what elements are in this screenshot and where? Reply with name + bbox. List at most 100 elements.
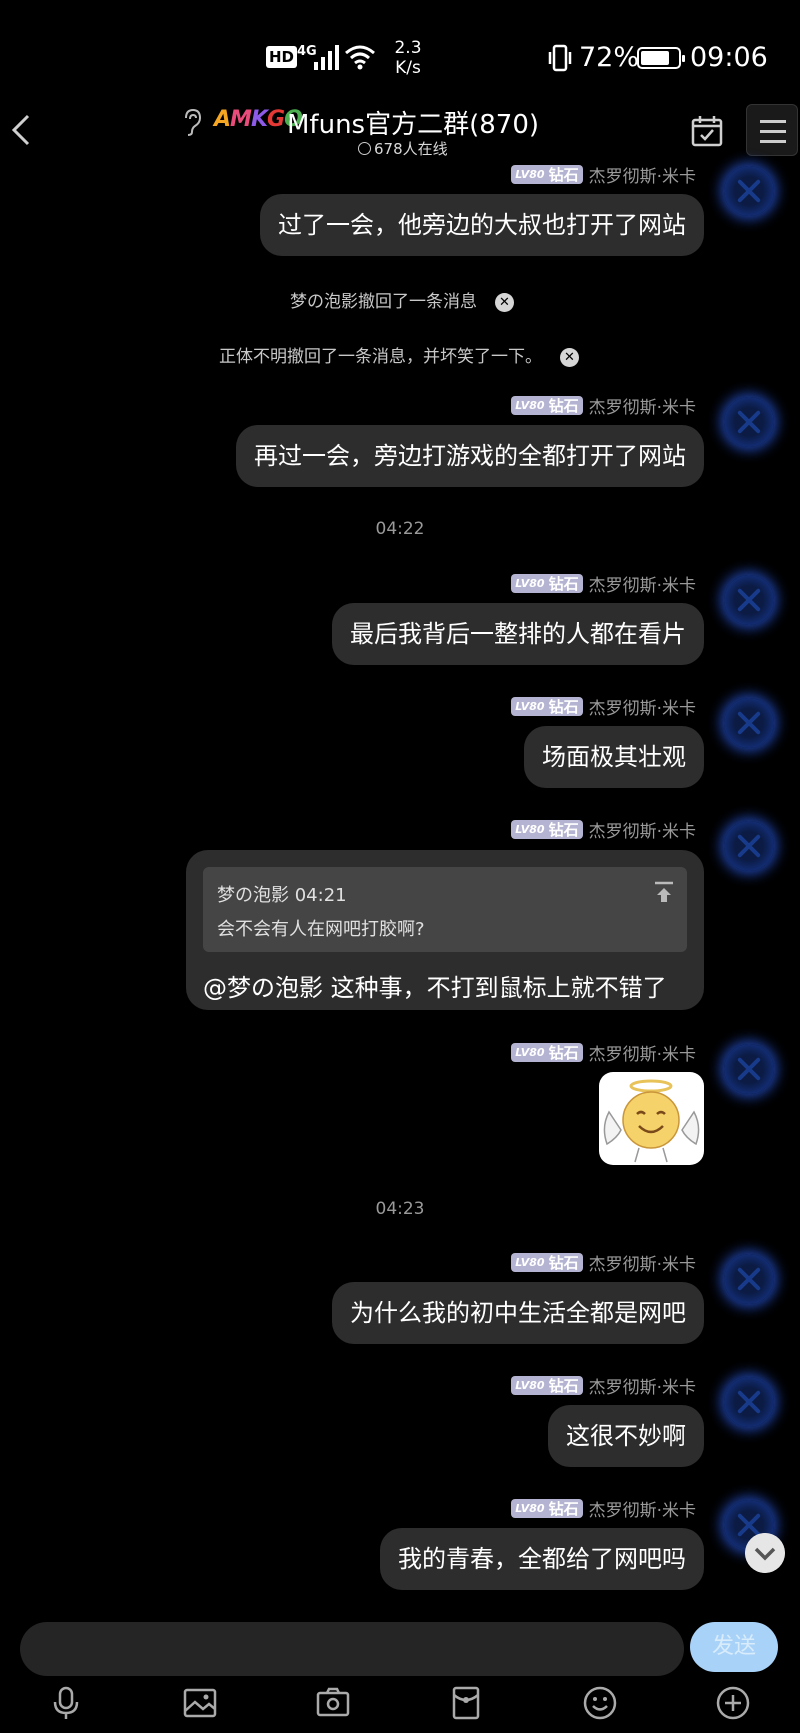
menu-button[interactable]: [746, 104, 798, 156]
avatar[interactable]: [724, 1254, 774, 1304]
quote-sender: 梦の泡影: [217, 885, 289, 906]
avatar[interactable]: [724, 575, 774, 625]
angel-smiley-sticker[interactable]: [599, 1072, 704, 1165]
sender-row: LV80 钻石 杰罗彻斯·米卡: [511, 694, 696, 719]
close-icon[interactable]: ✕: [495, 293, 514, 312]
ear-icon[interactable]: [180, 108, 204, 136]
microphone-icon[interactable]: [48, 1685, 84, 1721]
signal-icon: [314, 45, 339, 70]
tier: 钻石: [548, 1500, 579, 1518]
reply-message-bubble[interactable]: 梦の泡影 04:21 会不会有人在网吧打胶啊? @梦の泡影 这种事，不打到鼠标上…: [186, 850, 704, 1010]
tier: 钻石: [548, 698, 579, 716]
level: LV80: [515, 1256, 545, 1269]
scroll-to-bottom-icon[interactable]: [745, 1533, 785, 1573]
level: LV80: [515, 168, 545, 181]
sender-name[interactable]: 杰罗彻斯·米卡: [589, 1373, 696, 1398]
sender-row: LV80 钻石 杰罗彻斯·米卡: [511, 162, 696, 187]
tier: 钻石: [548, 821, 579, 839]
avatar[interactable]: [724, 1377, 774, 1427]
quote-time: 04:21: [294, 885, 347, 906]
avatar[interactable]: [724, 1044, 774, 1094]
sender-row: LV80 钻石 杰罗彻斯·米卡: [511, 1040, 696, 1065]
group-title[interactable]: Mfuns官方二群(870): [287, 104, 539, 141]
message-bubble[interactable]: 我的青春，全都给了网吧吗: [380, 1528, 704, 1590]
clock: 09:06: [690, 42, 768, 73]
sender-name[interactable]: 杰罗彻斯·米卡: [589, 571, 696, 596]
camera-icon[interactable]: [315, 1685, 351, 1721]
sender-name[interactable]: 杰罗彻斯·米卡: [589, 1496, 696, 1521]
sender-row: LV80 钻石 杰罗彻斯·米卡: [511, 1373, 696, 1398]
level: LV80: [515, 577, 545, 590]
avatar[interactable]: [724, 397, 774, 447]
tier: 钻石: [548, 166, 579, 184]
level-badge: LV80 钻石: [511, 697, 583, 716]
online-count: 678人在线: [358, 138, 448, 159]
jump-to-top-icon[interactable]: [653, 881, 675, 903]
red-packet-icon[interactable]: [448, 1685, 484, 1721]
level-badge: LV80 钻石: [511, 396, 583, 415]
sender-row: LV80 钻石 杰罗彻斯·米卡: [511, 571, 696, 596]
time-divider: 04:22: [375, 519, 425, 539]
message-bubble[interactable]: 再过一会，旁边打游戏的全都打开了网站: [236, 425, 704, 487]
image-icon[interactable]: [182, 1685, 218, 1721]
level: LV80: [515, 823, 545, 836]
speed-unit: K/s: [395, 58, 421, 78]
back-icon[interactable]: [6, 110, 36, 150]
calendar-icon[interactable]: [690, 114, 724, 148]
level: LV80: [515, 700, 545, 713]
sender-row: LV80 钻石 杰罗彻斯·米卡: [511, 393, 696, 418]
menu-line: [760, 120, 786, 123]
message-bubble[interactable]: 最后我背后一整排的人都在看片: [332, 603, 704, 665]
level-badge: LV80 钻石: [511, 574, 583, 593]
tier: 钻石: [548, 397, 579, 415]
reply-text: @梦の泡影 这种事，不打到鼠标上就不错了: [203, 974, 667, 1002]
message-bubble[interactable]: 过了一会，他旁边的大叔也打开了网站: [260, 194, 704, 256]
sender-row: LV80 钻石 杰罗彻斯·米卡: [511, 1496, 696, 1521]
emoji-icon[interactable]: [582, 1685, 618, 1721]
close-icon[interactable]: ✕: [560, 348, 579, 367]
network-speed: 2.3 K/s: [386, 38, 430, 78]
level-badge: LV80 钻石: [511, 1253, 583, 1272]
send-button[interactable]: 发送: [690, 1622, 778, 1672]
recall-notice: 梦の泡影撤回了一条消息 ✕: [290, 287, 514, 312]
sender-row: LV80 钻石 杰罗彻斯·米卡: [511, 817, 696, 842]
message-input[interactable]: [20, 1622, 684, 1676]
logo-letter: A: [214, 107, 231, 132]
notice-text: 正体不明撤回了一条消息，并坏笑了一下。: [219, 347, 542, 367]
avatar[interactable]: [724, 821, 774, 871]
sender-name[interactable]: 杰罗彻斯·米卡: [589, 1250, 696, 1275]
sender-name[interactable]: 杰罗彻斯·米卡: [589, 1040, 696, 1065]
message-bubble[interactable]: 为什么我的初中生活全都是网吧: [332, 1282, 704, 1344]
level: LV80: [515, 1379, 545, 1392]
message-bubble[interactable]: 这很不妙啊: [548, 1405, 704, 1467]
online-check-icon: [358, 142, 371, 155]
time-divider: 04:23: [375, 1199, 425, 1219]
battery-percent: 72%: [579, 42, 640, 73]
online-text: 678人在线: [374, 140, 448, 158]
vibrate-icon: [548, 44, 572, 72]
battery-icon: [637, 47, 685, 69]
status-bar: HD 4G 2.3 K/s 72% 09:06: [0, 0, 800, 118]
sender-name[interactable]: 杰罗彻斯·米卡: [589, 817, 696, 842]
level-badge: LV80 钻石: [511, 1499, 583, 1518]
sender-name[interactable]: 杰罗彻斯·米卡: [589, 694, 696, 719]
sender-name[interactable]: 杰罗彻斯·米卡: [589, 162, 696, 187]
avatar[interactable]: [724, 698, 774, 748]
level-badge: LV80 钻石: [511, 1376, 583, 1395]
quoted-message[interactable]: 梦の泡影 04:21 会不会有人在网吧打胶啊?: [203, 867, 687, 952]
logo-letter: G: [267, 107, 285, 132]
plus-icon[interactable]: [715, 1685, 751, 1721]
logo-letter: M: [230, 107, 252, 132]
menu-line: [760, 130, 786, 133]
menu-line: [760, 140, 786, 143]
avatar[interactable]: [724, 166, 774, 216]
wifi-icon: [345, 45, 375, 70]
sender-name[interactable]: 杰罗彻斯·米卡: [589, 393, 696, 418]
tier: 钻石: [548, 575, 579, 593]
tier: 钻石: [548, 1044, 579, 1062]
level-badge: LV80 钻石: [511, 165, 583, 184]
quote-text: 会不会有人在网吧打胶啊?: [217, 919, 425, 940]
message-bubble[interactable]: 场面极其壮观: [524, 726, 704, 788]
tier: 钻石: [548, 1377, 579, 1395]
level: LV80: [515, 399, 545, 412]
